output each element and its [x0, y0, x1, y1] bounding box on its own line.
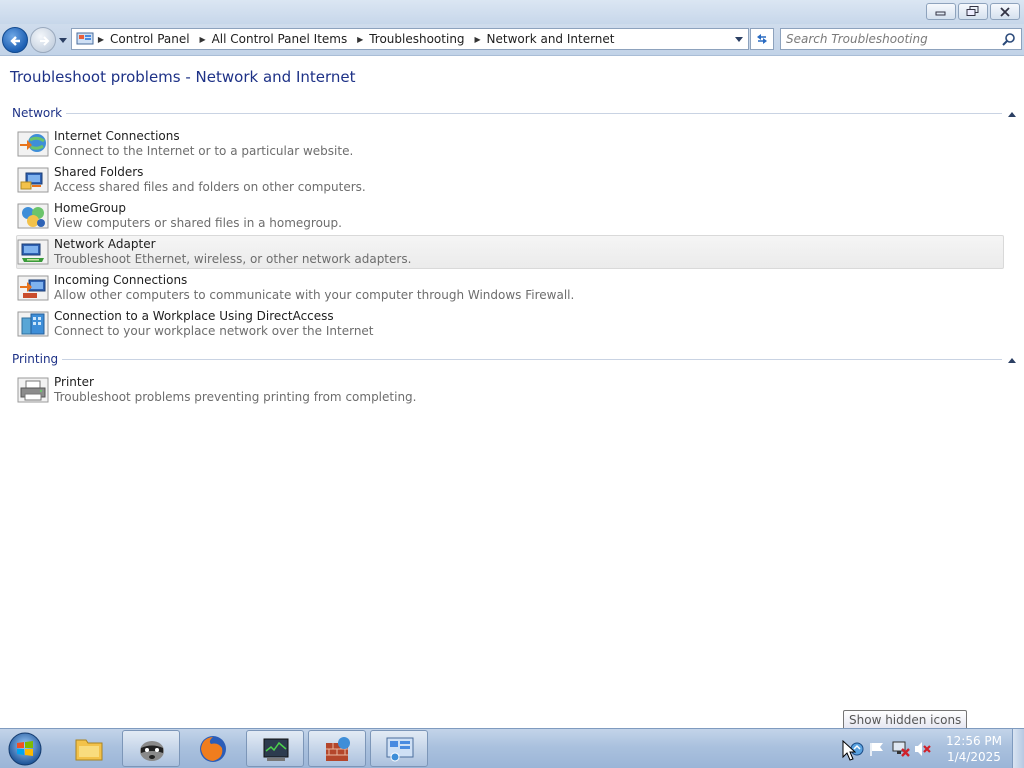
- collapse-network-button[interactable]: [1006, 108, 1018, 120]
- forward-button[interactable]: [30, 27, 56, 53]
- troubleshooter-homegroup[interactable]: HomeGroup View computers or shared files…: [16, 199, 1004, 233]
- item-title: HomeGroup: [54, 201, 126, 215]
- troubleshooter-internet-connections[interactable]: Internet Connections Connect to the Inte…: [16, 127, 1004, 161]
- task-manager-icon: [263, 738, 289, 761]
- item-description: Connect to the Internet or to a particul…: [54, 144, 354, 158]
- close-icon: [1000, 6, 1010, 17]
- taskbar: 12:56 PM 1/4/2025: [0, 728, 1024, 768]
- taskbar-control-panel[interactable]: [370, 730, 428, 767]
- clock-time: 12:56 PM: [946, 734, 1002, 748]
- item-description: Troubleshoot Ethernet, wireless, or othe…: [54, 252, 412, 266]
- section-divider: [12, 113, 1002, 114]
- breadcrumb-separator[interactable]: ▶: [196, 35, 210, 44]
- breadcrumb-separator[interactable]: ▶: [471, 35, 485, 44]
- breadcrumb-separator[interactable]: ▶: [353, 35, 367, 44]
- item-description: View computers or shared files in a home…: [54, 216, 342, 230]
- forward-arrow-icon: [40, 36, 50, 46]
- taskbar-raccoon-app[interactable]: [122, 730, 180, 767]
- close-button[interactable]: [990, 3, 1020, 20]
- windows-logo-icon: [8, 732, 42, 766]
- search-icon[interactable]: [1002, 32, 1016, 46]
- action-center-flag-icon[interactable]: [868, 741, 886, 757]
- troubleshooter-printer[interactable]: Printer Troubleshoot problems preventing…: [16, 373, 1004, 407]
- window-controls: [926, 3, 1020, 20]
- show-desktop-button[interactable]: [1012, 729, 1024, 768]
- taskbar-firefox[interactable]: [184, 730, 242, 767]
- shared-folders-icon: [17, 167, 49, 193]
- refresh-icon: [757, 34, 767, 44]
- breadcrumb-troubleshooting[interactable]: Troubleshooting: [367, 32, 470, 46]
- address-bar[interactable]: ▶ Control Panel ▶ All Control Panel Item…: [71, 28, 749, 50]
- troubleshooter-network-adapter[interactable]: Network Adapter Troubleshoot Ethernet, w…: [16, 235, 1004, 269]
- item-description: Access shared files and folders on other…: [54, 180, 366, 194]
- item-title: Incoming Connections: [54, 273, 188, 287]
- breadcrumb-control-panel[interactable]: Control Panel: [108, 32, 196, 46]
- start-button[interactable]: [4, 730, 46, 768]
- section-label: Network: [12, 106, 67, 120]
- item-title: Internet Connections: [54, 129, 180, 143]
- breadcrumb-all-items[interactable]: All Control Panel Items: [210, 32, 354, 46]
- chevron-up-icon: [1008, 357, 1016, 363]
- item-description: Connect to your workplace network over t…: [54, 324, 374, 338]
- minimize-button[interactable]: [926, 3, 956, 20]
- content-area: Troubleshoot problems - Network and Inte…: [0, 57, 1024, 728]
- item-title: Connection to a Workplace Using DirectAc…: [54, 309, 334, 323]
- chevron-up-icon: [1008, 111, 1016, 117]
- section-divider: [12, 359, 1002, 360]
- network-adapter-icon: [17, 239, 49, 265]
- chevron-down-icon: [735, 36, 743, 42]
- clock-date: 1/4/2025: [947, 750, 1001, 764]
- restore-icon: [966, 6, 979, 16]
- raccoon-app-icon: [140, 741, 164, 761]
- directaccess-icon: [17, 311, 49, 337]
- taskbar-task-manager[interactable]: [246, 730, 304, 767]
- section-label: Printing: [12, 352, 63, 366]
- recent-pages-button[interactable]: [57, 33, 69, 47]
- maximize-button[interactable]: [958, 3, 988, 20]
- back-arrow-icon: [10, 36, 20, 46]
- item-title: Shared Folders: [54, 165, 144, 179]
- troubleshooter-shared-folders[interactable]: Shared Folders Access shared files and f…: [16, 163, 1004, 197]
- windows-explorer-icon: [75, 739, 103, 761]
- tooltip-show-hidden-icons: Show hidden icons: [843, 710, 968, 730]
- troubleshooter-directaccess[interactable]: Connection to a Workplace Using DirectAc…: [16, 307, 1004, 341]
- refresh-button[interactable]: [750, 28, 774, 50]
- section-header-printing: Printing: [12, 352, 1018, 368]
- page-title: Troubleshoot problems - Network and Inte…: [10, 68, 356, 86]
- volume-muted-icon[interactable]: [914, 741, 932, 757]
- system-clock[interactable]: 12:56 PM 1/4/2025: [940, 733, 1008, 765]
- network-disconnected-icon[interactable]: [892, 741, 910, 757]
- printer-icon: [17, 377, 49, 403]
- address-dropdown-button[interactable]: [732, 32, 746, 46]
- firefox-icon: [200, 736, 226, 762]
- taskbar-firewall[interactable]: [308, 730, 366, 767]
- homegroup-icon: [17, 203, 49, 229]
- navigation-bar: ▶ Control Panel ▶ All Control Panel Item…: [0, 24, 1024, 56]
- incoming-connections-icon: [17, 275, 49, 301]
- breadcrumb-separator[interactable]: ▶: [94, 35, 108, 44]
- internet-connections-icon: [17, 131, 49, 157]
- collapse-printing-button[interactable]: [1006, 354, 1018, 366]
- section-header-network: Network: [12, 106, 1018, 122]
- search-box[interactable]: [780, 28, 1022, 50]
- taskbar-windows-explorer[interactable]: [60, 730, 118, 767]
- chevron-down-icon: [59, 37, 67, 43]
- troubleshooter-incoming-connections[interactable]: Incoming Connections Allow other compute…: [16, 271, 1004, 305]
- breadcrumb-network-internet[interactable]: Network and Internet: [485, 32, 621, 46]
- item-title: Network Adapter: [54, 237, 156, 251]
- firewall-icon: [326, 737, 350, 761]
- item-description: Troubleshoot problems preventing printin…: [54, 390, 417, 404]
- back-button[interactable]: [2, 27, 28, 53]
- control-panel-location-icon: [76, 32, 94, 45]
- search-input[interactable]: [786, 29, 996, 49]
- mouse-cursor-icon: [842, 740, 856, 761]
- minimize-icon: [935, 11, 946, 15]
- item-description: Allow other computers to communicate wit…: [54, 288, 575, 302]
- title-bar: [0, 0, 1024, 24]
- item-title: Printer: [54, 375, 94, 389]
- control-panel-icon: [386, 737, 414, 762]
